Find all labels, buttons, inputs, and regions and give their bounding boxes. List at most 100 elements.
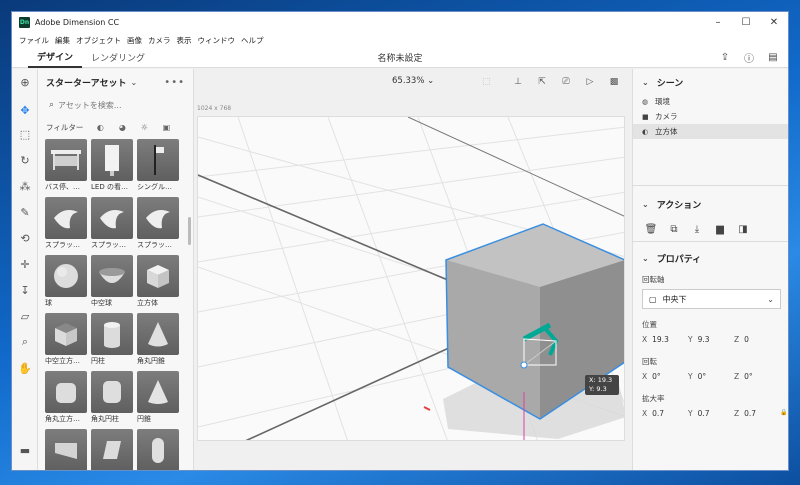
asset-item[interactable] — [91, 429, 133, 470]
group-icon[interactable]: ▆ — [711, 220, 729, 238]
share-icon[interactable]: ⇪ — [716, 48, 734, 66]
place-on-ground-icon[interactable]: ⤓ — [688, 220, 706, 238]
marquee-tool-icon[interactable]: ⬚ — [16, 125, 34, 143]
asset-thumbnail[interactable] — [45, 255, 87, 297]
chevron-down-icon[interactable]: ⌄ — [130, 78, 137, 87]
rotation-x-field[interactable]: X 0° — [642, 372, 680, 381]
asset-item[interactable]: スプラッ… — [91, 197, 133, 255]
pivot-dropdown[interactable]: ▢ 中央下 ⌄ — [642, 289, 781, 309]
asset-thumbnail[interactable] — [91, 197, 133, 239]
maximize-button[interactable]: ☐ — [732, 12, 760, 33]
asset-thumbnail[interactable] — [45, 197, 87, 239]
horizon-tool-icon[interactable]: ⏥ — [16, 307, 34, 325]
trash-icon[interactable]: 🗑 — [642, 220, 660, 238]
assets-scrollbar[interactable] — [188, 217, 191, 245]
scale-y-field[interactable]: Y 0.7 — [688, 409, 726, 418]
menu-file[interactable]: ファイル — [16, 35, 52, 46]
asset-thumbnail[interactable] — [137, 429, 179, 470]
asset-thumbnail[interactable] — [137, 255, 179, 297]
dolly-tool-icon[interactable]: ↧ — [16, 281, 34, 299]
scene-header[interactable]: ⌄ シーン — [633, 70, 788, 94]
properties-header[interactable]: ⌄ プロパティ — [633, 246, 788, 270]
scene-render[interactable] — [198, 117, 625, 441]
scene-item-environment[interactable]: ◍ 環境 — [633, 94, 788, 109]
filter-images-icon[interactable]: ▣ — [159, 120, 173, 134]
hand-icon[interactable]: ✋ — [16, 359, 34, 377]
filter-materials-icon[interactable]: ◕ — [115, 120, 129, 134]
select-tool-icon[interactable]: ✥ — [16, 101, 34, 119]
magic-wand-icon[interactable]: ⁂ — [16, 177, 34, 195]
checkerboard-icon[interactable]: ▩ — [604, 73, 624, 91]
scale-x-field[interactable]: X 0.7 — [642, 409, 680, 418]
position-x-field[interactable]: X 19.3 — [642, 335, 680, 344]
filter-models-icon[interactable]: ◐ — [93, 120, 107, 134]
pan-tool-icon[interactable]: ✛ — [16, 255, 34, 273]
asset-item[interactable]: LED の看… — [91, 139, 133, 197]
asset-thumbnail[interactable] — [45, 139, 87, 181]
orbit-tool-icon[interactable]: ↻ — [16, 151, 34, 169]
position-y-field[interactable]: Y 9.3 — [688, 335, 726, 344]
more-options-icon[interactable]: ••• — [164, 77, 185, 88]
orbit-camera-icon[interactable]: ⟲ — [16, 229, 34, 247]
lock-icon[interactable]: 🔒 — [780, 409, 787, 418]
add-icon[interactable]: ⊕ — [16, 73, 34, 91]
scene-item-camera[interactable]: ■ カメラ — [633, 109, 788, 124]
search-input[interactable] — [58, 100, 169, 110]
minimize-button[interactable]: – — [704, 12, 732, 33]
asset-item[interactable]: 角丸立方… — [45, 371, 87, 429]
render-preview-icon[interactable]: ▷ — [580, 73, 600, 91]
feedback-icon[interactable]: ▤ — [764, 48, 782, 66]
filter-lights-icon[interactable]: ☼ — [137, 120, 151, 134]
asset-thumbnail[interactable] — [137, 197, 179, 239]
assets-title[interactable]: スターターアセット — [46, 76, 126, 89]
help-icon[interactable]: ⓘ — [740, 48, 758, 66]
asset-item[interactable]: 中空球 — [91, 255, 133, 313]
asset-item[interactable]: シングル… — [137, 139, 179, 197]
frame-icon[interactable]: ⬚ — [482, 77, 491, 87]
asset-item[interactable]: 立方体 — [137, 255, 179, 313]
tab-render[interactable]: レンダリング — [82, 47, 154, 68]
rotation-y-field[interactable]: Y 0° — [688, 372, 726, 381]
asset-thumbnail[interactable] — [45, 429, 87, 470]
asset-thumbnail[interactable] — [91, 313, 133, 355]
asset-thumbnail[interactable] — [45, 313, 87, 355]
asset-thumbnail[interactable] — [137, 313, 179, 355]
asset-item[interactable]: 中空立方… — [45, 313, 87, 371]
menu-object[interactable]: オブジェクト — [73, 35, 124, 46]
duplicate-icon[interactable]: ⧉ — [665, 220, 683, 238]
asset-item[interactable]: 円柱 — [91, 313, 133, 371]
3d-canvas[interactable]: X: 19.3 Y: 9.3 — [197, 116, 625, 441]
asset-item[interactable]: 角丸円柱 — [91, 371, 133, 429]
asset-thumbnail[interactable] — [91, 139, 133, 181]
actions-header[interactable]: ⌄ アクション — [633, 192, 788, 216]
camera-bookmark-icon[interactable]: ⎚ — [556, 73, 576, 91]
asset-item[interactable] — [45, 429, 87, 470]
asset-item[interactable]: バス停、… — [45, 139, 87, 197]
asset-item[interactable]: 角丸円錐 — [137, 313, 179, 371]
zoom-icon[interactable]: ⌕ — [16, 333, 34, 351]
asset-thumbnail[interactable] — [91, 429, 133, 470]
menu-image[interactable]: 画像 — [124, 35, 145, 46]
asset-thumbnail[interactable] — [137, 371, 179, 413]
menu-view[interactable]: 表示 — [174, 35, 195, 46]
asset-item[interactable]: 球 — [45, 255, 87, 313]
asset-item[interactable]: 円錐 — [137, 371, 179, 429]
asset-item[interactable]: スプラッ… — [45, 197, 87, 255]
asset-thumbnail[interactable] — [137, 139, 179, 181]
asset-item[interactable] — [137, 429, 179, 470]
position-z-field[interactable]: Z0 — [734, 335, 772, 344]
scene-item-cube[interactable]: ◐ 立方体 — [633, 124, 788, 139]
menu-camera[interactable]: カメラ — [145, 35, 174, 46]
asset-thumbnail[interactable] — [45, 371, 87, 413]
eyedropper-icon[interactable]: ✎ — [16, 203, 34, 221]
drop-to-ground-icon[interactable]: ⊥ — [508, 73, 528, 91]
asset-item[interactable]: スプラッ… — [137, 197, 179, 255]
menu-edit[interactable]: 編集 — [52, 35, 73, 46]
scale-z-field[interactable]: Z 0.7 — [734, 409, 772, 418]
zoom-level[interactable]: 65.33% ⌄ — [392, 76, 434, 86]
asset-thumbnail[interactable] — [91, 371, 133, 413]
asset-thumbnail[interactable] — [91, 255, 133, 297]
panel-toggle-icon[interactable]: ▬ — [16, 441, 34, 459]
rotation-z-field[interactable]: Z 0° — [734, 372, 772, 381]
align-icon[interactable]: ⇱ — [532, 73, 552, 91]
